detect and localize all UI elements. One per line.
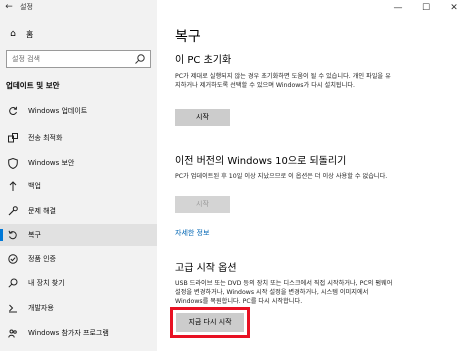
sidebar: ⌂ 홈 업데이트 및 보안 Windows 업데이트 전송 최적화 Window… [0, 0, 157, 351]
sidebar-item-troubleshoot[interactable]: 문제 해결 [0, 200, 157, 222]
developer-icon [7, 302, 19, 314]
advanced-startup-description: USB 드라이브 또는 DVD 등의 장치 또는 디스크에서 직접 시작하거나,… [175, 280, 393, 305]
learn-more-link[interactable]: 자세한 정보 [175, 228, 209, 238]
page-title: 복구 [175, 29, 201, 45]
sidebar-item-label: 정품 인증 [28, 255, 56, 263]
sidebar-item-delivery-optimization[interactable]: 전송 최적화 [0, 127, 157, 149]
search-input[interactable] [7, 51, 131, 67]
go-back-heading: 이전 버전의 Windows 10으로 되돌리기 [175, 156, 347, 167]
reset-pc-heading: 이 PC 초기화 [175, 55, 232, 66]
advanced-startup-heading: 고급 시작 옵션 [175, 263, 237, 274]
go-back-description: PC가 업데이트된 후 10일 이상 지났으므로 이 옵션은 더 이상 사용할 … [175, 173, 388, 180]
reset-pc-description: PC가 제대로 실행되지 않는 경우 초기화하면 도움이 될 수 있습니다. 개… [175, 73, 391, 89]
recovery-icon [7, 229, 19, 241]
sidebar-item-windows-insider[interactable]: Windows 참가자 프로그램 [0, 322, 157, 344]
sidebar-item-windows-security[interactable]: Windows 보안 [0, 152, 157, 174]
minimize-button[interactable]: — [384, 0, 412, 16]
activation-icon [7, 253, 19, 265]
home-icon: ⌂ [10, 29, 16, 39]
sidebar-item-label: 내 장치 찾기 [28, 279, 65, 287]
reset-pc-start-button[interactable]: 시작 [175, 109, 230, 126]
title-bar: ← 설정 — ☐ ✕ [0, 0, 474, 16]
shield-icon [7, 157, 19, 169]
wrench-icon [7, 205, 19, 217]
maximize-button[interactable]: ☐ [412, 0, 440, 16]
insider-icon [7, 327, 19, 339]
sidebar-item-label: 전송 최적화 [28, 134, 63, 142]
home-label: 홈 [26, 29, 34, 39]
sidebar-item-find-my-device[interactable]: 내 장치 찾기 [0, 272, 157, 294]
delivery-optimization-icon [7, 132, 19, 144]
search-box [6, 50, 151, 68]
find-device-icon [7, 277, 19, 289]
close-button[interactable]: ✕ [440, 0, 468, 16]
sidebar-item-label: Windows 보안 [28, 159, 75, 167]
sidebar-item-windows-update[interactable]: Windows 업데이트 [0, 100, 157, 122]
sidebar-item-backup[interactable]: 백업 [0, 175, 157, 197]
go-back-start-button[interactable]: 시작 [175, 196, 230, 213]
sidebar-item-label: 문제 해결 [28, 207, 56, 215]
sidebar-item-label: 개발자용 [28, 304, 54, 312]
backup-icon [7, 180, 19, 192]
sidebar-item-recovery[interactable]: 복구 [0, 224, 157, 246]
sidebar-item-label: 백업 [28, 182, 41, 190]
search-icon[interactable] [134, 53, 146, 65]
sidebar-item-activation[interactable]: 정품 인증 [0, 248, 157, 270]
restart-highlight-box [170, 307, 250, 338]
sidebar-item-label: Windows 업데이트 [28, 107, 88, 115]
back-arrow-icon[interactable]: ← [2, 1, 16, 14]
sidebar-item-label: 복구 [28, 231, 41, 239]
sidebar-item-label: Windows 참가자 프로그램 [28, 329, 109, 337]
sync-icon [7, 105, 19, 117]
section-title: 업데이트 및 보안 [6, 81, 60, 90]
window-title: 설정 [20, 3, 33, 11]
sidebar-item-for-developers[interactable]: 개발자용 [0, 297, 157, 319]
home-nav-item[interactable]: ⌂ 홈 [6, 27, 33, 41]
